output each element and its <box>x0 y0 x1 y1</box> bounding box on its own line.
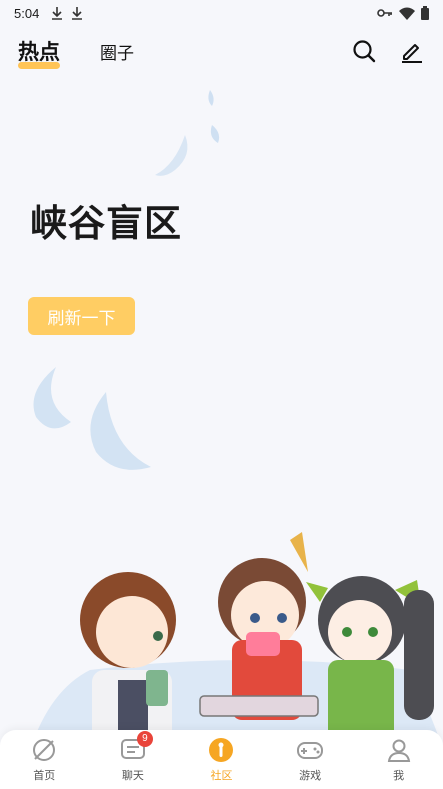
download-icon <box>52 7 63 20</box>
gamepad-icon <box>297 741 324 759</box>
tab-hot[interactable]: 热点 <box>18 36 60 69</box>
nav-item-profile[interactable]: 我 <box>369 737 429 783</box>
nav-item-chat[interactable]: 9 聊天 <box>103 730 163 783</box>
home-icon <box>33 738 56 761</box>
profile-icon <box>387 739 410 762</box>
nav-item-label: 游戏 <box>299 768 322 782</box>
nav-item-label: 聊天 <box>121 768 144 782</box>
compose-button[interactable] <box>399 38 425 64</box>
tab-hot-label: 热点 <box>18 40 60 64</box>
nav-item-label: 首页 <box>33 768 56 782</box>
tab-circles[interactable]: 圈子 <box>100 39 134 64</box>
refresh-button[interactable]: 刷新一下 <box>28 297 135 335</box>
vpn-key-icon <box>377 9 392 17</box>
wifi-icon <box>399 7 415 20</box>
nav-item-label: 我 <box>393 768 405 782</box>
download-icon <box>72 7 83 20</box>
nav-item-home[interactable]: 首页 <box>14 737 74 783</box>
status-bar: 5:04 <box>0 0 443 26</box>
search-icon <box>353 40 376 63</box>
fish-decoration-icon <box>155 90 220 176</box>
nav-item-games[interactable]: 游戏 <box>280 737 340 783</box>
unread-badge: 9 <box>136 730 153 747</box>
tab-circles-label: 圈子 <box>100 43 134 64</box>
status-time: 5:04 <box>14 5 40 21</box>
nav-item-community[interactable]: 社区 <box>191 737 251 783</box>
top-nav: 热点 圈子 <box>0 30 443 72</box>
bottom-nav: 首页 9 聊天 社区 游戏 我 <box>0 730 443 789</box>
characters-illustration <box>30 532 443 750</box>
page-title: 峡谷盲区 <box>30 202 182 245</box>
battery-icon <box>421 6 429 20</box>
fish-decoration-icon <box>33 367 151 470</box>
search-button[interactable] <box>351 38 377 64</box>
nav-item-label: 社区 <box>210 768 233 782</box>
community-icon <box>209 737 234 762</box>
edit-icon <box>402 44 422 63</box>
